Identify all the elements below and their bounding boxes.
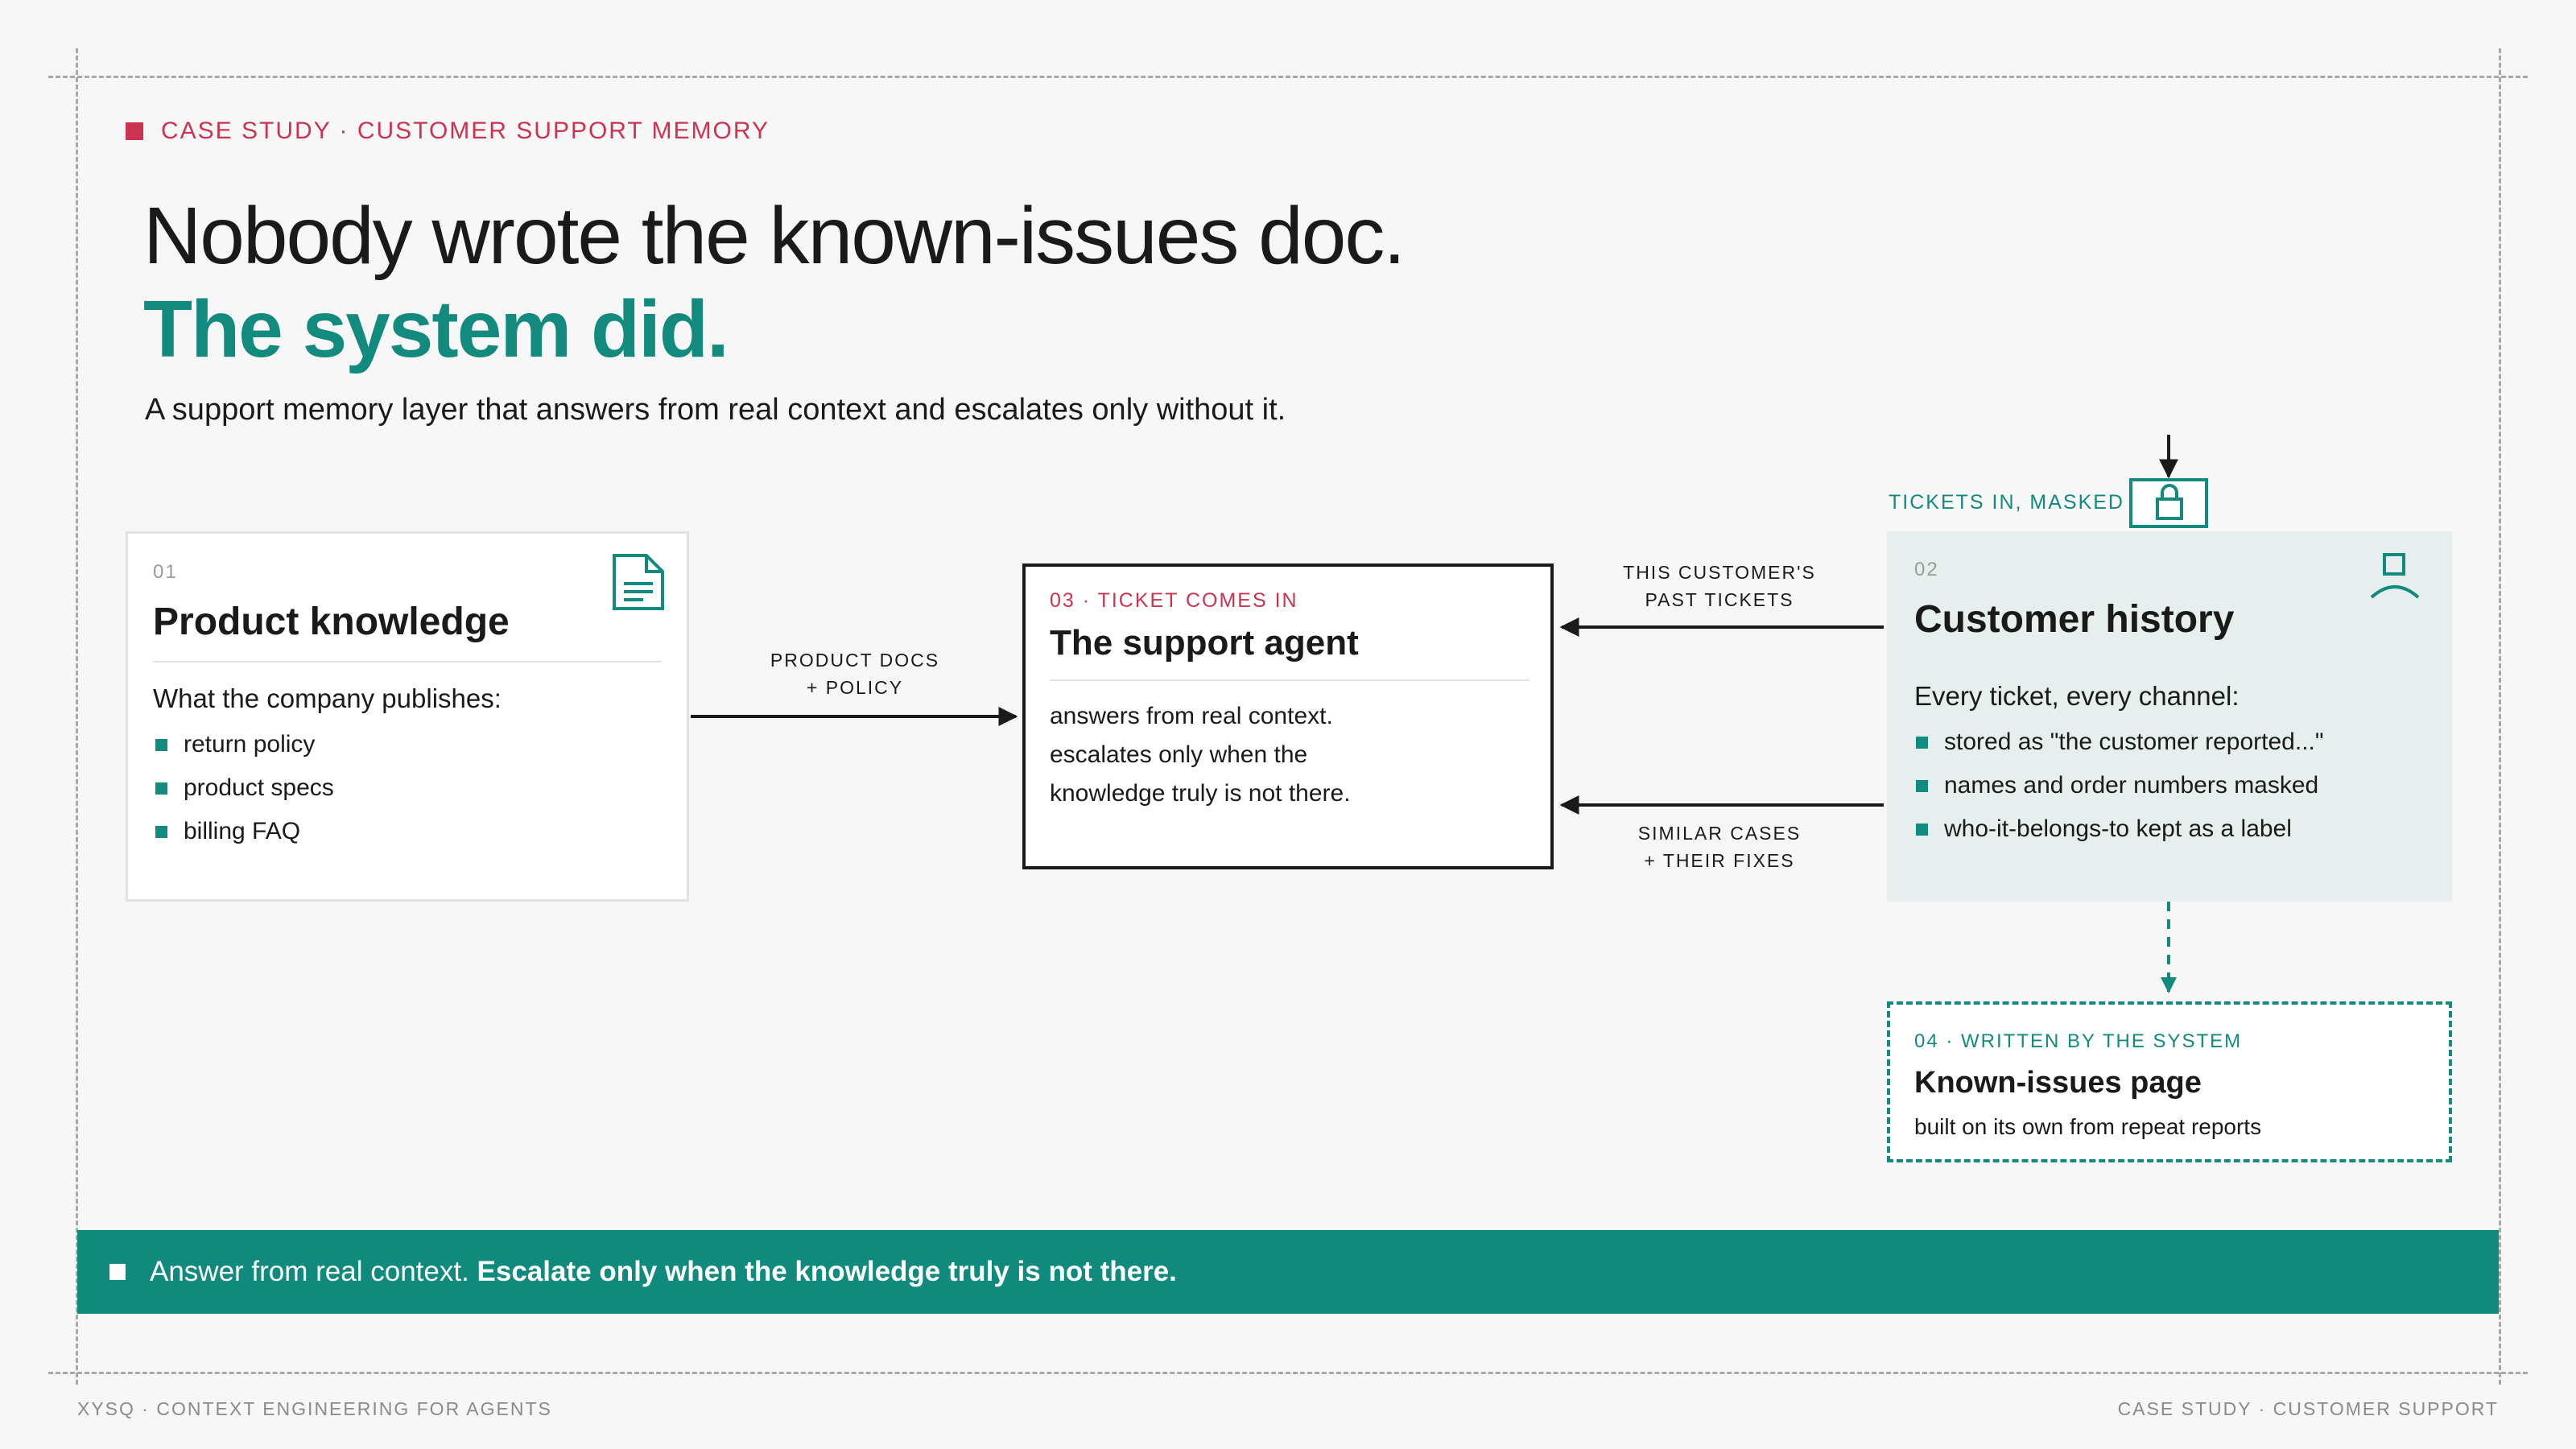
arrow-label-similar-cases: SIMILAR CASES + THEIR FIXES — [1637, 823, 1802, 871]
banner-text-bold: Escalate only when the knowledge truly i… — [477, 1256, 1177, 1287]
footer-left: XYSQ · CONTEXT ENGINEERING FOR AGENTS — [77, 1398, 552, 1419]
arrow-label-past-tickets: THIS CUSTOMER'S PAST TICKETS — [1623, 562, 1816, 610]
tickets-in-label: TICKETS IN, MASKED — [1889, 491, 2124, 514]
lock-icon — [2129, 478, 2208, 528]
footer-right: CASE STUDY · CUSTOMER SUPPORT — [2117, 1398, 2499, 1419]
banner-text: Answer from real context. — [150, 1256, 469, 1287]
banner-square-icon — [109, 1264, 126, 1280]
summary-banner: Answer from real context. Escalate only … — [77, 1230, 2499, 1314]
arrow-label-product-docs: PRODUCT DOCS + POLICY — [770, 650, 940, 698]
